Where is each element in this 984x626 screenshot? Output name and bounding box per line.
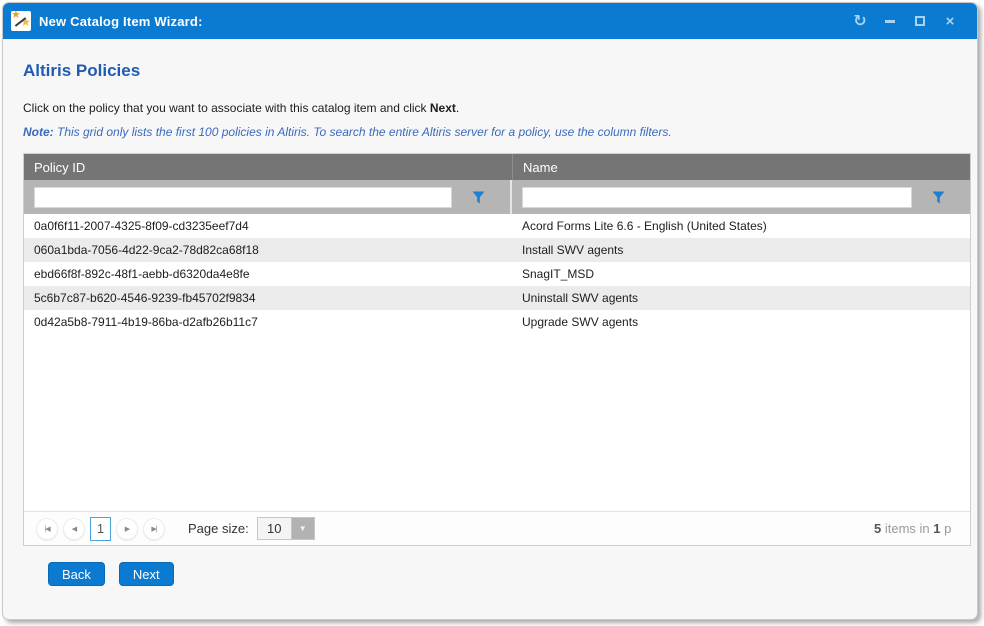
policy-row-1[interactable]: 0a0f6f11-2007-4325-8f09-cd3235eef7d4 Aco… (24, 214, 970, 238)
dropdown-arrow-icon: ▼ (291, 518, 314, 539)
column-header-policy-id[interactable]: Policy ID (24, 154, 512, 180)
grid-body: 0a0f6f11-2007-4325-8f09-cd3235eef7d4 Aco… (24, 214, 970, 511)
policy-id-filter-input[interactable] (34, 187, 452, 208)
first-page-button[interactable]: |◀ (36, 518, 58, 540)
pager-bar: |◀ ◀ 1 ▶ ▶| Page size: 10 ▼ 5 items in 1… (24, 511, 970, 545)
close-icon[interactable]: × (935, 3, 965, 39)
next-page-button[interactable]: ▶ (116, 518, 138, 540)
titlebar: ★ ★ New Catalog Item Wizard: ↻ × (3, 3, 977, 39)
policy-id-cell: 0a0f6f11-2007-4325-8f09-cd3235eef7d4 (24, 214, 512, 238)
policy-row-5[interactable]: 0d42a5b8-7911-4b19-86ba-d2afb26b11c7 Upg… (24, 310, 970, 334)
content-area: Altiris Policies Click on the policy tha… (3, 39, 977, 619)
policy-row-2[interactable]: 060a1bda-7056-4d22-9ca2-78d82ca68f18 Ins… (24, 238, 970, 262)
policy-name-cell: Uninstall SWV agents (512, 286, 970, 310)
policy-row-4[interactable]: 5c6b7c87-b620-4546-9239-fb45702f9834 Uni… (24, 286, 970, 310)
policy-id-cell: 0d42a5b8-7911-4b19-86ba-d2afb26b11c7 (24, 310, 512, 334)
items-summary: 5 items in 1 p (874, 521, 970, 536)
name-filter-input[interactable] (522, 187, 912, 208)
minimize-icon[interactable] (875, 3, 905, 39)
policy-name-cell: Upgrade SWV agents (512, 310, 970, 334)
grid-header: Policy ID Name (24, 154, 970, 180)
footer: Back Next (23, 546, 971, 602)
previous-page-button[interactable]: ◀ (63, 518, 85, 540)
column-header-name[interactable]: Name (512, 154, 970, 180)
policy-id-cell: 5c6b7c87-b620-4546-9239-fb45702f9834 (24, 286, 512, 310)
policy-name-cell: Install SWV agents (512, 238, 970, 262)
page-size-label: Page size: (188, 521, 249, 536)
policy-name-cell: Acord Forms Lite 6.6 - English (United S… (512, 214, 970, 238)
current-page-indicator[interactable]: 1 (90, 517, 111, 541)
wizard-window: ★ ★ New Catalog Item Wizard: ↻ × Altiris… (2, 2, 978, 620)
next-button[interactable]: Next (119, 562, 174, 586)
maximize-icon[interactable] (905, 3, 935, 39)
note-text: Note: This grid only lists the first 100… (23, 125, 971, 139)
policy-name-cell: SnagIT_MSD (512, 262, 970, 286)
page-size-dropdown[interactable]: 10 ▼ (257, 517, 315, 540)
name-filter-icon[interactable] (926, 185, 950, 209)
policy-id-cell: ebd66f8f-892c-48f1-aebb-d6320da4e8fe (24, 262, 512, 286)
page-size-value: 10 (258, 518, 291, 539)
policy-id-cell: 060a1bda-7056-4d22-9ca2-78d82ca68f18 (24, 238, 512, 262)
window-title: New Catalog Item Wizard: (39, 14, 203, 29)
policy-id-filter-icon[interactable] (466, 185, 490, 209)
page-title: Altiris Policies (23, 61, 971, 81)
instruction-text: Click on the policy that you want to ass… (23, 101, 971, 115)
policies-grid: Policy ID Name (23, 153, 971, 546)
filter-row (24, 180, 970, 214)
wizard-app-icon: ★ ★ (11, 11, 31, 31)
last-page-button[interactable]: ▶| (143, 518, 165, 540)
refresh-icon[interactable]: ↻ (845, 3, 875, 39)
back-button[interactable]: Back (48, 562, 105, 586)
policy-row-3[interactable]: ebd66f8f-892c-48f1-aebb-d6320da4e8fe Sna… (24, 262, 970, 286)
